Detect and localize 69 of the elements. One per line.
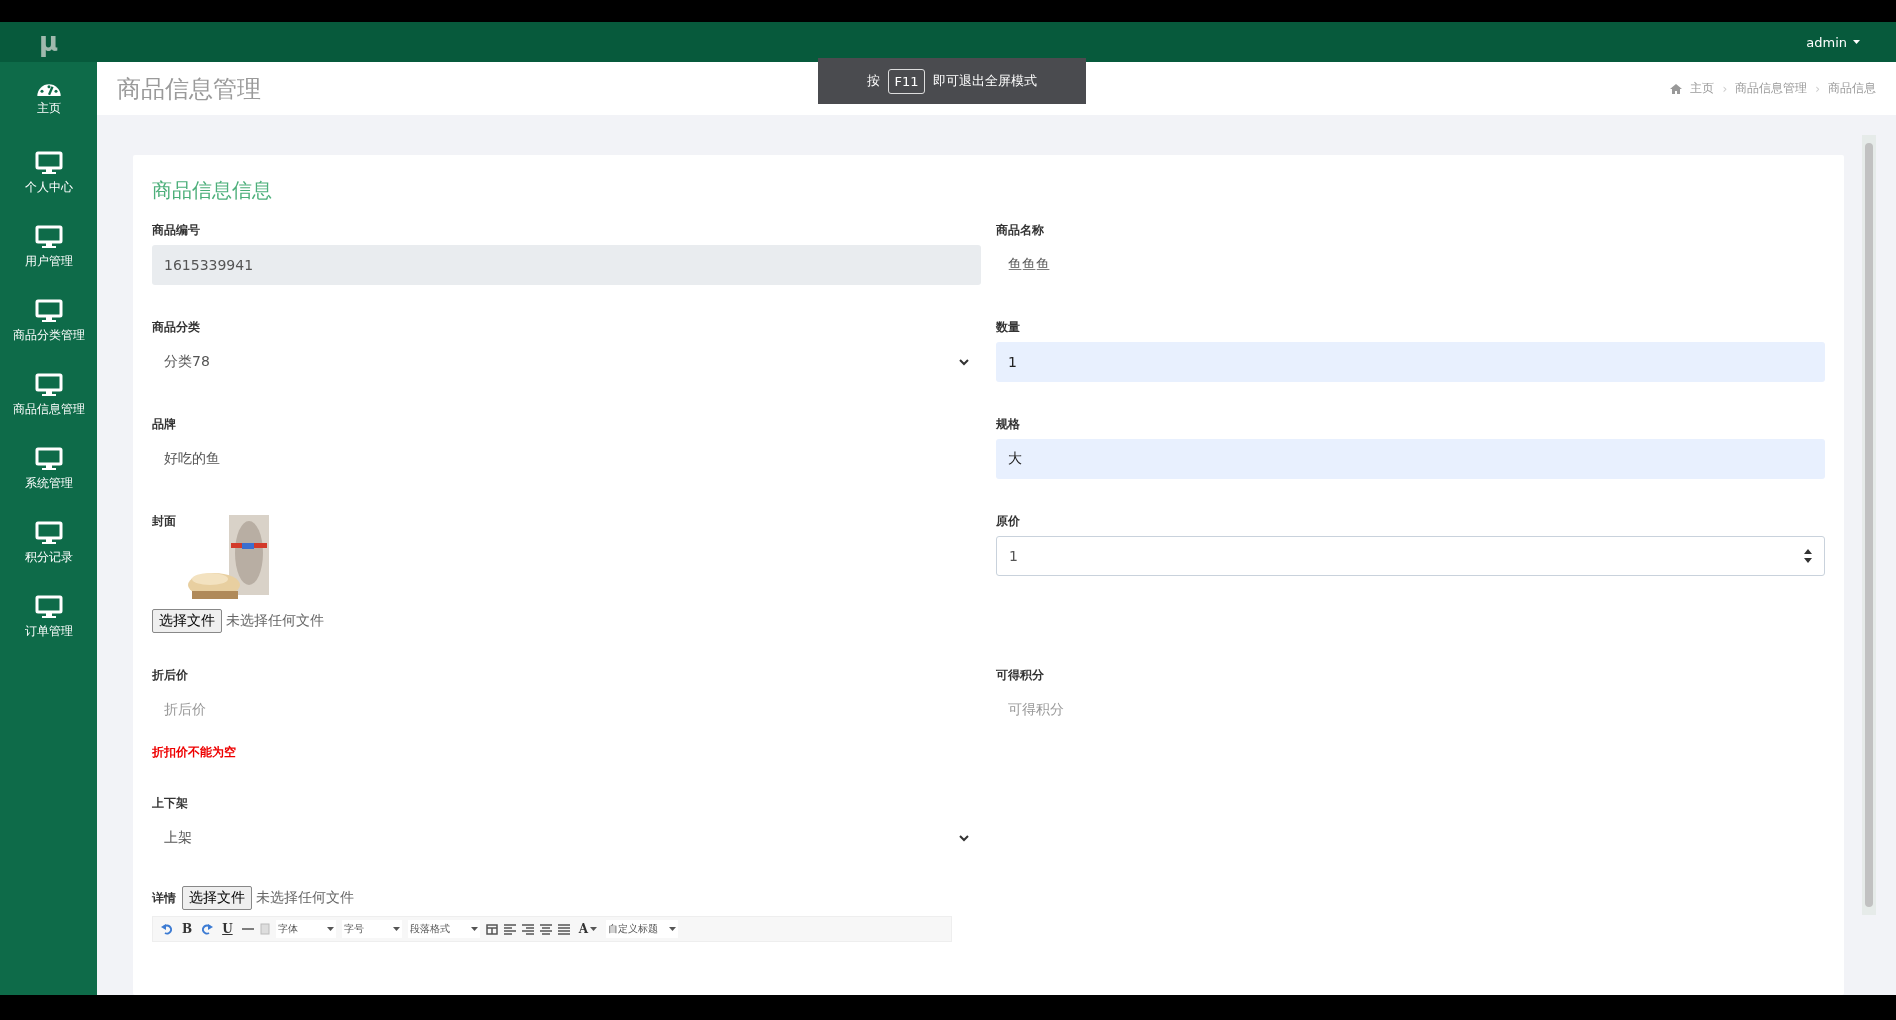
align-center-icon[interactable]	[539, 923, 552, 935]
caret-icon	[1853, 40, 1860, 44]
undo-icon[interactable]	[161, 923, 173, 935]
field-label: 商品名称	[996, 222, 1045, 239]
align-right-icon[interactable]	[521, 923, 534, 935]
chevron-down-icon	[959, 834, 969, 842]
file-status: 未选择任何文件	[256, 889, 354, 907]
input-field[interactable]: 1	[996, 342, 1825, 382]
field-label: 可得积分	[996, 667, 1045, 684]
field-label: 折后价	[152, 667, 189, 684]
sidebar-item[interactable]: 系统管理	[0, 432, 97, 506]
editor-dropdown[interactable]: 段落格式	[407, 920, 480, 938]
logo: μ	[0, 22, 97, 62]
editor-dropdown[interactable]: 字体	[275, 920, 336, 938]
home-icon	[1670, 83, 1683, 94]
number-field[interactable]: 1	[996, 536, 1825, 576]
monitor-icon	[34, 520, 63, 545]
field-label: 数量	[996, 319, 1021, 336]
sidebar-item[interactable]: 主页	[0, 62, 97, 136]
caret-icon	[392, 927, 400, 931]
sidebar-item[interactable]: 用户管理	[0, 210, 97, 284]
field-label: 商品分类	[152, 319, 201, 336]
spinner-icon[interactable]	[1804, 548, 1812, 564]
file-status: 未选择任何文件	[226, 612, 324, 630]
input-field[interactable]: 大	[996, 439, 1825, 479]
page-title: 商品信息管理	[117, 73, 261, 105]
monitor-icon	[34, 298, 63, 323]
align-justify-icon[interactable]	[557, 923, 570, 935]
editor-dropdown[interactable]: 自定义标题	[605, 920, 678, 938]
sidebar-item[interactable]: 个人中心	[0, 136, 97, 210]
caret-icon	[589, 927, 597, 931]
scrollbar[interactable]	[1862, 135, 1876, 915]
caret-icon	[470, 927, 478, 931]
error-message: 折扣价不能为空	[152, 744, 237, 761]
fullscreen-toast: 按 F11 即可退出全屏模式	[818, 58, 1086, 104]
field-label: 上下架	[152, 795, 189, 812]
field-label: 封面	[152, 513, 176, 530]
monitor-icon	[34, 372, 63, 397]
caret-icon	[326, 927, 334, 931]
choose-file-button[interactable]: 选择文件	[182, 886, 252, 910]
sidebar-item[interactable]: 商品分类管理	[0, 284, 97, 358]
caret-icon	[668, 927, 676, 931]
breadcrumb-separator: ›	[1815, 81, 1820, 96]
choose-file-button[interactable]: 选择文件	[152, 609, 222, 633]
breadcrumb-separator: ›	[1722, 81, 1728, 96]
field-label: 商品编号	[152, 222, 201, 239]
field-label: 详情	[152, 889, 176, 907]
dashboard-icon	[36, 81, 61, 96]
editor-dropdown[interactable]: 字号	[341, 920, 402, 938]
field-label: 原价	[996, 513, 1021, 530]
sidebar-item[interactable]: 订单管理	[0, 580, 97, 654]
font-color-button[interactable]: A	[575, 922, 600, 936]
monitor-icon	[34, 150, 63, 175]
format-button[interactable]: B	[179, 922, 196, 936]
monitor-icon	[34, 594, 63, 619]
card-title: 商品信息信息	[152, 177, 273, 204]
monitor-icon	[34, 446, 63, 471]
table-icon[interactable]	[485, 923, 498, 935]
chevron-down-icon	[959, 358, 969, 366]
format-button[interactable]: U	[219, 922, 236, 936]
field-label: 品牌	[152, 416, 177, 433]
user-menu[interactable]: admin	[1806, 34, 1860, 50]
readonly-field[interactable]: 1615339941	[152, 245, 981, 285]
field-label: 规格	[996, 416, 1021, 433]
redo-icon[interactable]	[201, 923, 214, 935]
sidebar-item[interactable]: 积分记录	[0, 506, 97, 580]
sidebar-item[interactable]: 商品信息管理	[0, 358, 97, 432]
align-left-icon[interactable]	[503, 923, 516, 935]
monitor-icon	[34, 224, 63, 249]
